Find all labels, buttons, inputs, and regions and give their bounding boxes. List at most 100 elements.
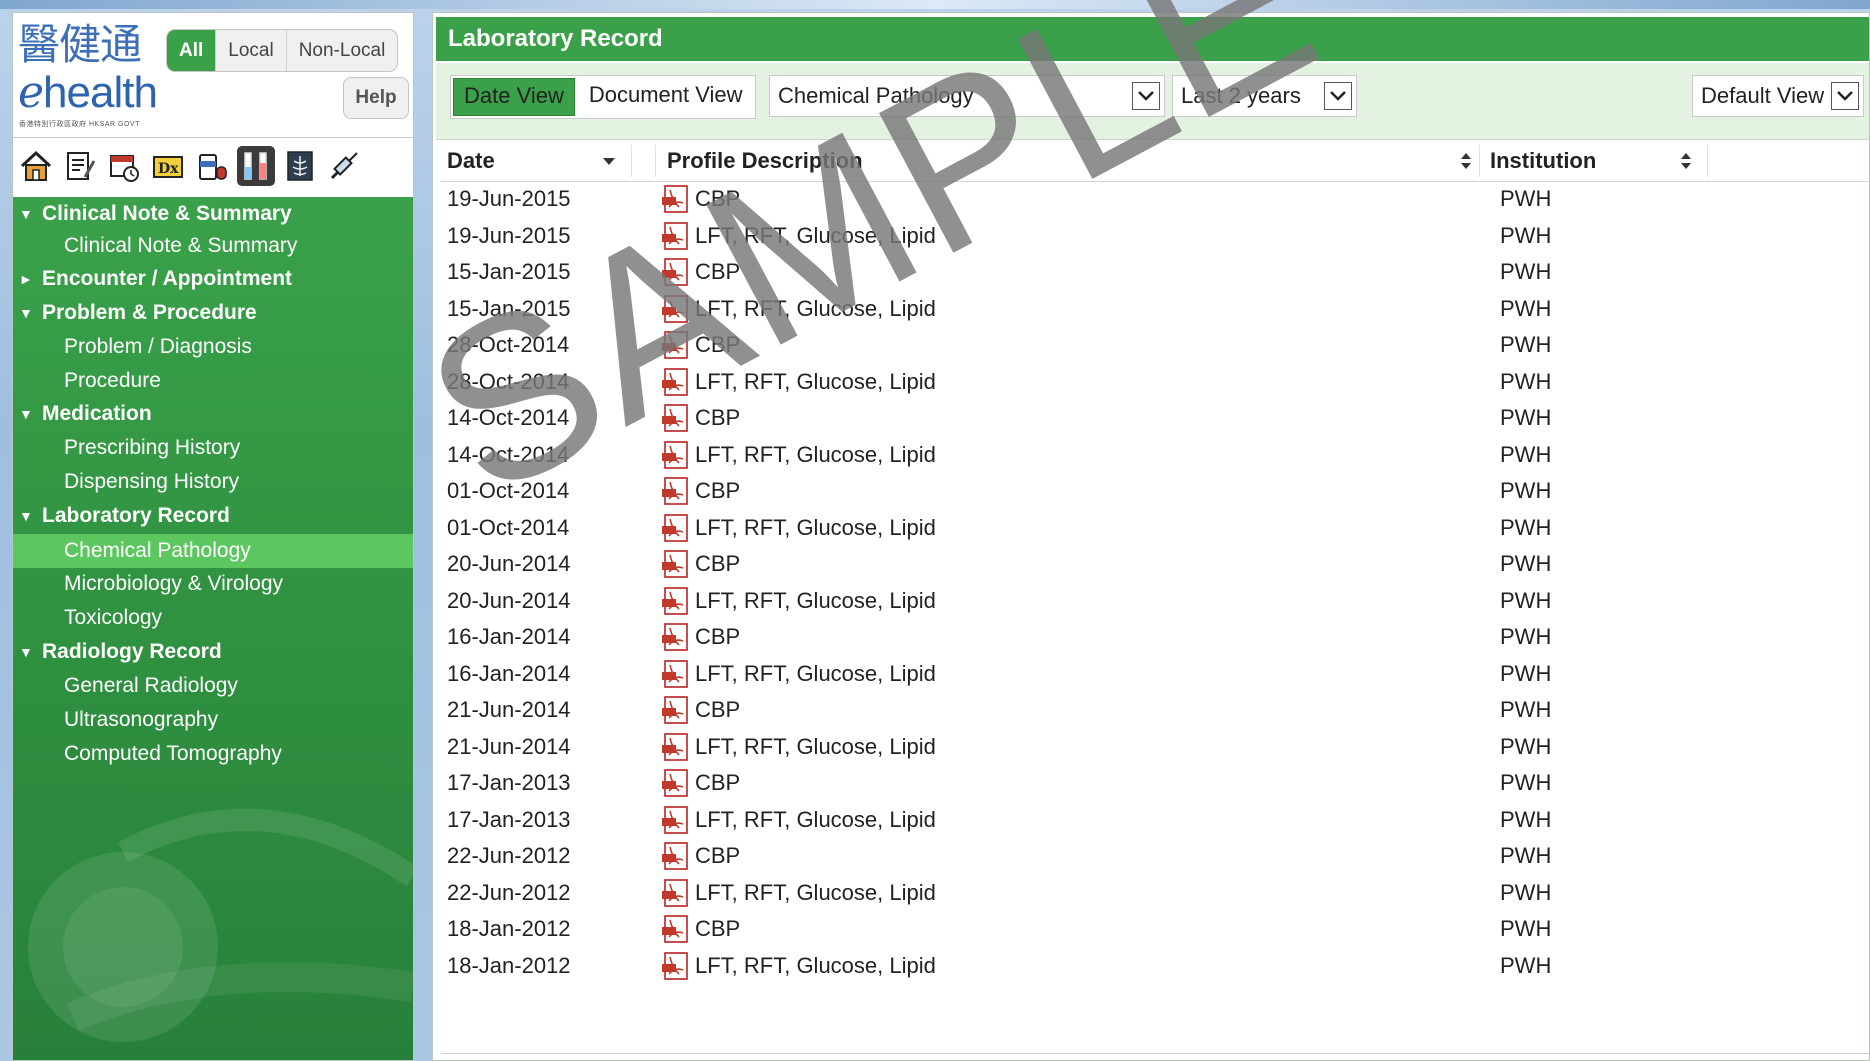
table-row[interactable]: 16-Jan-2014 LFT, RFT, Glucose, Lipid PWH <box>441 656 1869 692</box>
profile-description-link[interactable]: LFT, RFT, Glucose, Lipid <box>695 583 936 619</box>
nav-item-dispensing-history[interactable]: Dispensing History <box>13 466 413 498</box>
pdf-icon[interactable] <box>661 367 691 396</box>
pdf-icon[interactable] <box>661 878 691 907</box>
pdf-icon[interactable] <box>661 732 691 761</box>
laboratory-icon[interactable] <box>237 146 275 186</box>
nav-item-computed-tomography[interactable]: Computed Tomography <box>13 738 413 770</box>
radiology-icon[interactable] <box>281 146 319 186</box>
column-header-date[interactable]: Date <box>447 141 495 181</box>
clinical-note-icon[interactable] <box>61 146 99 186</box>
profile-description-link[interactable]: LFT, RFT, Glucose, Lipid <box>695 875 936 911</box>
nav-category-clinical-note-summary[interactable]: ▼ Clinical Note & Summary <box>13 198 413 230</box>
appointment-icon[interactable] <box>105 146 143 186</box>
location-tab-all[interactable]: All <box>167 30 216 71</box>
profile-description-link[interactable]: CBP <box>695 327 740 363</box>
table-row[interactable]: 01-Oct-2014 CBP PWH <box>441 473 1869 509</box>
pdf-icon[interactable] <box>661 659 691 688</box>
profile-description-link[interactable]: CBP <box>695 181 740 217</box>
table-row[interactable]: 28-Oct-2014 LFT, RFT, Glucose, Lipid PWH <box>441 364 1869 400</box>
table-row[interactable]: 19-Jun-2015 CBP PWH <box>441 181 1869 217</box>
nav-item-ultrasonography[interactable]: Ultrasonography <box>13 704 413 736</box>
table-row[interactable]: 14-Oct-2014 CBP PWH <box>441 400 1869 436</box>
nav-item-toxicology[interactable]: Toxicology <box>13 602 413 634</box>
table-row[interactable]: 17-Jan-2013 LFT, RFT, Glucose, Lipid PWH <box>441 802 1869 838</box>
profile-description-link[interactable]: LFT, RFT, Glucose, Lipid <box>695 948 936 984</box>
date-view-tab[interactable]: Date View <box>453 78 575 116</box>
nav-category-encounter-appointment[interactable]: ► Encounter / Appointment <box>13 263 413 295</box>
pdf-icon[interactable] <box>661 185 691 213</box>
table-row[interactable]: 14-Oct-2014 LFT, RFT, Glucose, Lipid PWH <box>441 437 1869 473</box>
table-row[interactable]: 17-Jan-2013 CBP PWH <box>441 765 1869 801</box>
pdf-icon[interactable] <box>661 696 691 724</box>
document-view-tab[interactable]: Document View <box>577 76 755 118</box>
period-select[interactable]: Last 2 years <box>1172 75 1357 117</box>
location-tab-non-local[interactable]: Non-Local <box>285 30 398 71</box>
location-tab-local[interactable]: Local <box>215 30 285 71</box>
profile-description-link[interactable]: CBP <box>695 692 740 728</box>
pdf-icon[interactable] <box>661 915 691 943</box>
pdf-icon[interactable] <box>661 294 691 323</box>
profile-description-link[interactable]: LFT, RFT, Glucose, Lipid <box>695 364 936 400</box>
pdf-icon[interactable] <box>661 331 691 359</box>
diagnosis-icon[interactable]: Dx <box>149 146 187 186</box>
profile-description-link[interactable]: CBP <box>695 838 740 874</box>
nav-item-procedure[interactable]: Procedure <box>13 365 413 397</box>
profile-description-link[interactable]: LFT, RFT, Glucose, Lipid <box>695 656 936 692</box>
table-row[interactable]: 01-Oct-2014 LFT, RFT, Glucose, Lipid PWH <box>441 510 1869 546</box>
sort-descending-icon[interactable] <box>601 153 617 169</box>
profile-description-link[interactable]: LFT, RFT, Glucose, Lipid <box>695 802 936 838</box>
pdf-icon[interactable] <box>661 221 691 250</box>
table-row[interactable]: 20-Jun-2014 LFT, RFT, Glucose, Lipid PWH <box>441 583 1869 619</box>
help-button[interactable]: Help <box>343 77 409 119</box>
table-row[interactable]: 15-Jan-2015 CBP PWH <box>441 254 1869 290</box>
table-row[interactable]: 20-Jun-2014 CBP PWH <box>441 546 1869 582</box>
nav-category-problem-procedure[interactable]: ▼ Problem & Procedure <box>13 297 413 329</box>
category-select[interactable]: Chemical Pathology <box>769 75 1165 117</box>
pdf-icon[interactable] <box>661 258 691 286</box>
nav-category-radiology-record[interactable]: ▼ Radiology Record <box>13 636 413 668</box>
pdf-icon[interactable] <box>661 623 691 651</box>
column-header-profile-description[interactable]: Profile Description <box>667 141 863 181</box>
column-header-institution[interactable]: Institution <box>1490 141 1596 181</box>
sort-toggle-icon[interactable] <box>1459 150 1473 172</box>
pdf-icon[interactable] <box>661 805 691 834</box>
nav-item-clinical-note-summary[interactable]: Clinical Note & Summary <box>13 230 413 262</box>
table-row[interactable]: 21-Jun-2014 CBP PWH <box>441 692 1869 728</box>
profile-description-link[interactable]: CBP <box>695 400 740 436</box>
profile-description-link[interactable]: LFT, RFT, Glucose, Lipid <box>695 510 936 546</box>
nav-item-prescribing-history[interactable]: Prescribing History <box>13 432 413 464</box>
pdf-icon[interactable] <box>661 550 691 578</box>
pdf-icon[interactable] <box>661 586 691 615</box>
pdf-icon[interactable] <box>661 513 691 542</box>
profile-description-link[interactable]: CBP <box>695 765 740 801</box>
medication-icon[interactable] <box>193 146 231 186</box>
pdf-icon[interactable] <box>661 842 691 870</box>
table-row[interactable]: 22-Jun-2012 LFT, RFT, Glucose, Lipid PWH <box>441 875 1869 911</box>
nav-item-chemical-pathology[interactable]: Chemical Pathology <box>13 534 413 568</box>
nav-item-general-radiology[interactable]: General Radiology <box>13 670 413 702</box>
layout-select[interactable]: Default View <box>1692 75 1864 117</box>
profile-description-link[interactable]: CBP <box>695 473 740 509</box>
pdf-icon[interactable] <box>661 440 691 469</box>
table-row[interactable]: 28-Oct-2014 CBP PWH <box>441 327 1869 363</box>
home-icon[interactable] <box>17 146 55 186</box>
table-row[interactable]: 19-Jun-2015 LFT, RFT, Glucose, Lipid PWH <box>441 218 1869 254</box>
pdf-icon[interactable] <box>661 477 691 505</box>
table-row[interactable]: 22-Jun-2012 CBP PWH <box>441 838 1869 874</box>
procedure-icon[interactable] <box>325 146 363 186</box>
table-row[interactable]: 18-Jan-2012 LFT, RFT, Glucose, Lipid PWH <box>441 948 1869 984</box>
table-row[interactable]: 16-Jan-2014 CBP PWH <box>441 619 1869 655</box>
profile-description-link[interactable]: LFT, RFT, Glucose, Lipid <box>695 218 936 254</box>
profile-description-link[interactable]: LFT, RFT, Glucose, Lipid <box>695 291 936 327</box>
nav-category-medication[interactable]: ▼ Medication <box>13 398 413 430</box>
profile-description-link[interactable]: LFT, RFT, Glucose, Lipid <box>695 729 936 765</box>
nav-item-problem-diagnosis[interactable]: Problem / Diagnosis <box>13 331 413 363</box>
profile-description-link[interactable]: CBP <box>695 619 740 655</box>
nav-category-laboratory-record[interactable]: ▼ Laboratory Record <box>13 500 413 532</box>
profile-description-link[interactable]: LFT, RFT, Glucose, Lipid <box>695 437 936 473</box>
profile-description-link[interactable]: CBP <box>695 254 740 290</box>
pdf-icon[interactable] <box>661 404 691 432</box>
profile-description-link[interactable]: CBP <box>695 546 740 582</box>
nav-item-microbiology-virology[interactable]: Microbiology & Virology <box>13 568 413 600</box>
sort-toggle-icon[interactable] <box>1679 150 1693 172</box>
